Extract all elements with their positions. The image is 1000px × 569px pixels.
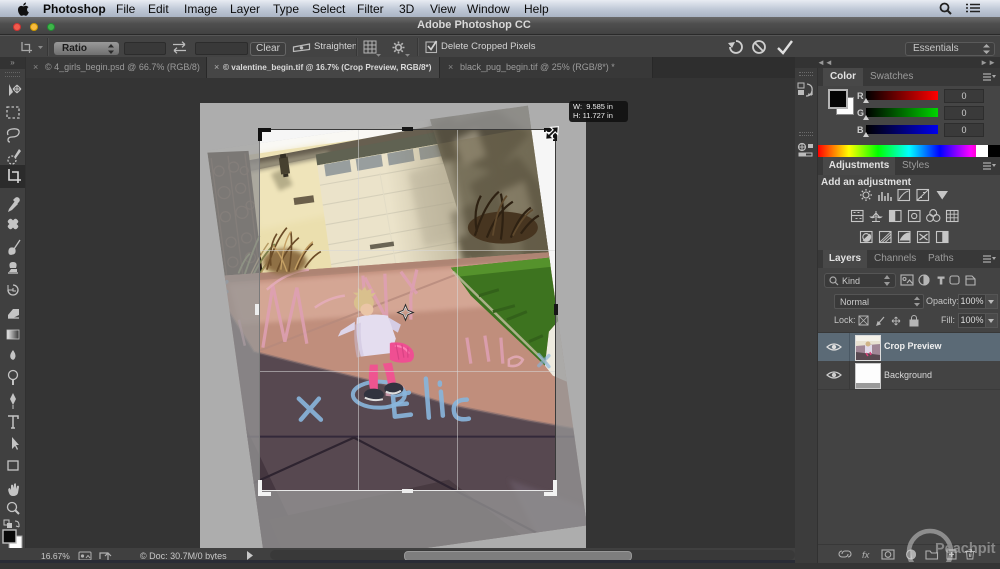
svg-text:Kind: Kind [842,276,860,286]
svg-text:T: T [938,276,944,287]
svg-text:Peachpit: Peachpit [935,541,996,557]
svg-text:fx: fx [862,550,871,561]
